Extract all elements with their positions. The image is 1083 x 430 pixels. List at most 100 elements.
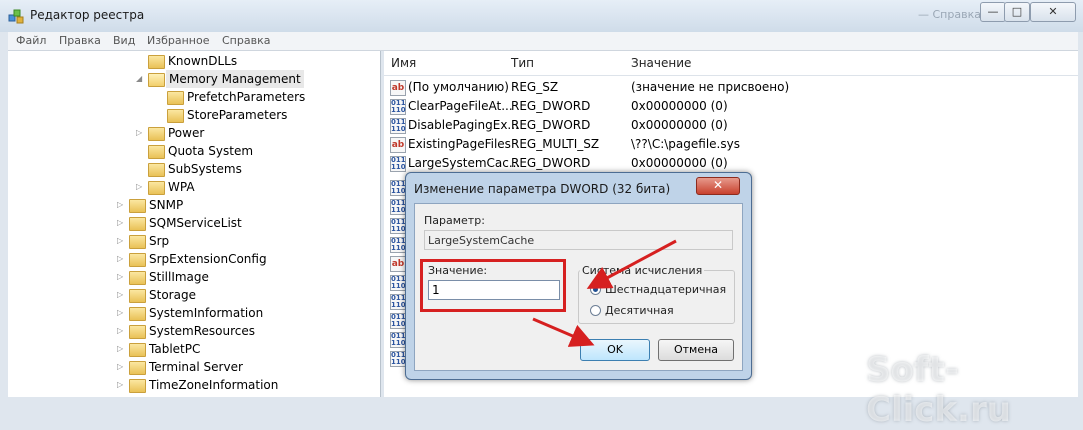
- expand-arrow-icon[interactable]: ▷: [117, 376, 127, 394]
- tree-item-label: WPA: [168, 180, 195, 194]
- folder-icon: [129, 325, 146, 339]
- binary-value-icon: 011 110: [390, 118, 406, 134]
- tree-item-label: SubSystems: [168, 162, 242, 176]
- binary-value-icon: 011 110: [390, 218, 406, 234]
- value-type: REG_DWORD: [511, 99, 591, 113]
- folder-icon: [167, 109, 184, 123]
- menu-view[interactable]: Вид: [113, 34, 135, 47]
- tree-item-label: Quota System: [168, 144, 254, 158]
- folder-icon: [129, 235, 146, 249]
- folder-icon: [129, 271, 146, 285]
- expand-arrow-icon[interactable]: ▷: [136, 178, 146, 196]
- expand-arrow-icon[interactable]: ▷: [117, 322, 127, 340]
- open-folder-icon: [148, 73, 165, 87]
- expand-arrow-icon[interactable]: ▷: [117, 340, 127, 358]
- hex-radio[interactable]: [590, 284, 601, 295]
- folder-icon: [129, 343, 146, 357]
- cancel-button[interactable]: Отмена: [658, 339, 734, 361]
- menu-favorites[interactable]: Избранное: [147, 34, 209, 47]
- tree-item-label: StillImage: [149, 270, 209, 284]
- folder-icon: [167, 91, 184, 105]
- folder-icon: [129, 199, 146, 213]
- tree-item-label: KnownDLLs: [168, 54, 238, 68]
- value-name: ClearPageFileAt...: [408, 99, 513, 113]
- expand-arrow-icon[interactable]: ▷: [117, 250, 127, 268]
- value-data: 0x00000000 (0): [631, 118, 728, 132]
- tree-item-label: TimeZoneInformation: [149, 378, 279, 392]
- dialog-close-button[interactable]: ✕: [696, 177, 740, 195]
- folder-icon: [148, 55, 165, 69]
- tree-item-label: SystemResources: [149, 324, 256, 338]
- column-value[interactable]: Значение: [631, 56, 691, 70]
- ok-button[interactable]: OK: [580, 339, 650, 361]
- watermark: Soft-Click.ru: [866, 350, 1011, 430]
- window-title: Редактор реестра: [30, 8, 145, 22]
- value-data: (значение не присвоено): [631, 80, 790, 94]
- tree-item-label: PrefetchParameters: [187, 90, 306, 104]
- folder-icon: [148, 127, 165, 141]
- binary-value-icon: 011 110: [390, 180, 406, 196]
- menu-bar: Файл Правка Вид Избранное Справка: [8, 32, 1078, 51]
- binary-value-icon: 011 110: [390, 99, 406, 115]
- string-value-icon: ab: [390, 80, 406, 96]
- tree-item-label: StoreParameters: [187, 108, 288, 122]
- value-row[interactable]: ab ExistingPageFiles REG_MULTI_SZ \??\C:…: [384, 135, 1078, 154]
- radix-group-title: Система исчисления: [580, 264, 705, 277]
- menu-edit[interactable]: Правка: [59, 34, 101, 47]
- binary-value-icon: 011 110: [390, 156, 406, 172]
- value-row[interactable]: ab (По умолчанию) REG_SZ (значение не пр…: [384, 78, 1078, 97]
- value-name: (По умолчанию): [408, 80, 509, 94]
- tree-item-label: Srp: [149, 234, 170, 248]
- binary-value-icon: 011 110: [390, 351, 406, 367]
- folder-icon: [129, 217, 146, 231]
- folder-icon: [129, 307, 146, 321]
- value-type: REG_DWORD: [511, 156, 591, 170]
- parameter-name-field: LargeSystemCache: [424, 230, 733, 250]
- value-row[interactable]: 011 110 LargeSystemCac... REG_DWORD 0x000…: [384, 154, 1078, 173]
- tree-item-label: TabletPC: [149, 342, 201, 356]
- string-value-icon: ab: [390, 256, 406, 272]
- hex-label[interactable]: Шестнадцатеричная: [605, 283, 726, 296]
- close-button[interactable]: ✕: [1030, 2, 1076, 22]
- value-type: REG_SZ: [511, 80, 559, 94]
- binary-value-icon: 011 110: [390, 294, 406, 310]
- column-type[interactable]: Тип: [511, 56, 534, 70]
- binary-value-icon: 011 110: [390, 199, 406, 215]
- expand-arrow-icon[interactable]: ▷: [117, 196, 127, 214]
- edit-dword-dialog: Изменение параметра DWORD (32 бита) ✕ Па…: [405, 172, 752, 380]
- tree-item-label: SystemInformation: [149, 306, 264, 320]
- menu-help[interactable]: Справка: [222, 34, 270, 47]
- value-name: ExistingPageFiles: [408, 137, 511, 151]
- column-name[interactable]: Имя: [391, 56, 416, 70]
- tree-item-label: SNMP: [149, 198, 184, 212]
- tree-item-label: Terminal Server: [149, 360, 243, 374]
- folder-icon: [148, 145, 165, 159]
- expand-arrow-icon[interactable]: ▷: [117, 232, 127, 250]
- value-row[interactable]: 011 110 DisablePagingEx... REG_DWORD 0x00…: [384, 116, 1078, 135]
- minimize-button[interactable]: —: [980, 2, 1006, 22]
- registry-tree[interactable]: KnownDLLs ◢ Memory Management PrefetchPa…: [8, 51, 381, 397]
- value-type: REG_MULTI_SZ: [511, 137, 600, 151]
- expand-arrow-icon[interactable]: ▷: [117, 304, 127, 322]
- folder-icon: [129, 289, 146, 303]
- value-data: 0x00000000 (0): [631, 156, 728, 170]
- menu-file[interactable]: Файл: [16, 34, 46, 47]
- expand-arrow-icon[interactable]: ▷: [117, 358, 127, 376]
- tree-item-label: SrpExtensionConfig: [149, 252, 267, 266]
- value-row[interactable]: 011 110 ClearPageFileAt... REG_DWORD 0x00…: [384, 97, 1078, 116]
- dialog-title: Изменение параметра DWORD (32 бита): [414, 182, 671, 196]
- dialog-body: Параметр: LargeSystemCache Значение: 1 С…: [414, 203, 743, 371]
- decimal-label[interactable]: Десятичная: [605, 304, 674, 317]
- tree-item-label: Memory Management: [166, 70, 304, 88]
- binary-value-icon: 011 110: [390, 313, 406, 329]
- value-name: LargeSystemCac...: [408, 156, 521, 170]
- maximize-button[interactable]: □: [1004, 2, 1030, 22]
- decimal-radio[interactable]: [590, 305, 601, 316]
- expand-arrow-icon[interactable]: ▷: [117, 214, 127, 232]
- expand-arrow-icon[interactable]: ▷: [136, 124, 146, 142]
- value-type: REG_DWORD: [511, 118, 591, 132]
- tree-item-label: SQMServiceList: [149, 216, 242, 230]
- expand-arrow-icon[interactable]: ▷: [117, 268, 127, 286]
- expand-arrow-icon[interactable]: ▷: [117, 286, 127, 304]
- collapse-arrow-icon[interactable]: ◢: [136, 70, 146, 88]
